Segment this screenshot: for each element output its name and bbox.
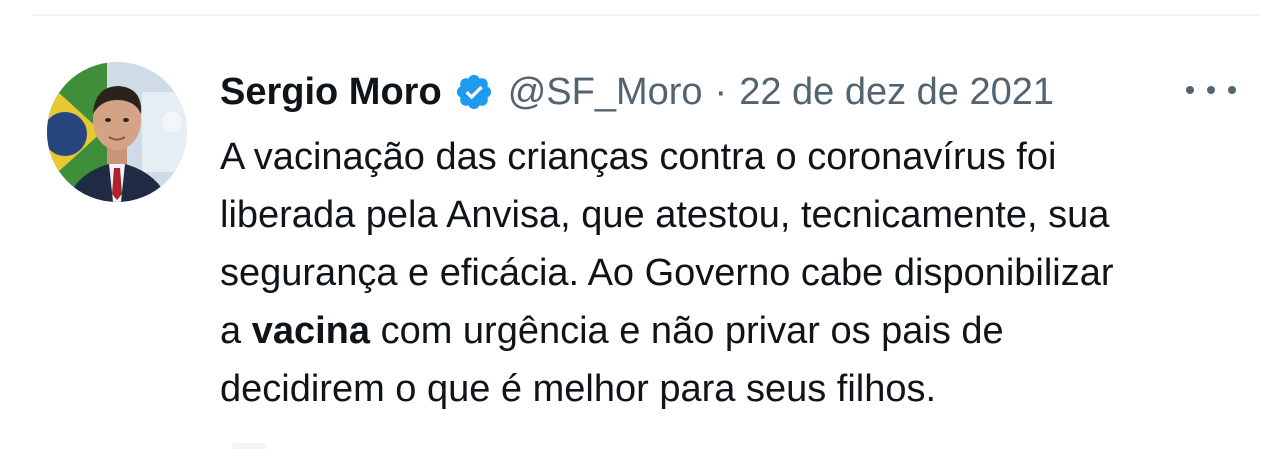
more-dot: [1228, 86, 1236, 94]
display-name[interactable]: Sergio Moro: [220, 71, 442, 114]
avatar-photo: [47, 62, 187, 202]
author-handle[interactable]: @SF_Moro: [508, 71, 703, 114]
tweet-text-bold: vacina: [251, 310, 371, 352]
tweet-text-line: A vacinação das crianças contra o corona…: [220, 136, 1057, 178]
tweet-date[interactable]: 22 de dez de 2021: [739, 71, 1054, 114]
next-element-peek: [232, 443, 266, 449]
avatar[interactable]: [47, 62, 187, 202]
tweet-text-line: decidirem o que é melhor para seus filho…: [220, 368, 937, 410]
more-options-icon[interactable]: [1186, 80, 1236, 100]
tweet-text: A vacinação das crianças contra o corona…: [220, 128, 1230, 418]
tweet-header: Sergio Moro @SF_Moro · 22 de dez de 2021: [220, 64, 1054, 120]
tweet-text-line: segurança e eficácia. Ao Governo cabe di…: [220, 252, 1114, 294]
tweet-text-line: a vacina com urgência e não privar os pa…: [220, 302, 1230, 360]
more-dot: [1207, 86, 1215, 94]
tweet-text-line: liberada pela Anvisa, que atestou, tecni…: [220, 194, 1110, 236]
more-dot: [1186, 86, 1194, 94]
verified-badge-icon: [456, 74, 491, 110]
tweet-text-fragment: a: [220, 310, 252, 352]
tweet[interactable]: Sergio Moro @SF_Moro · 22 de dez de 2021…: [0, 0, 1284, 449]
separator-dot: ·: [714, 70, 728, 113]
tweet-text-fragment: com urgência e não privar os pais de: [370, 310, 1004, 352]
